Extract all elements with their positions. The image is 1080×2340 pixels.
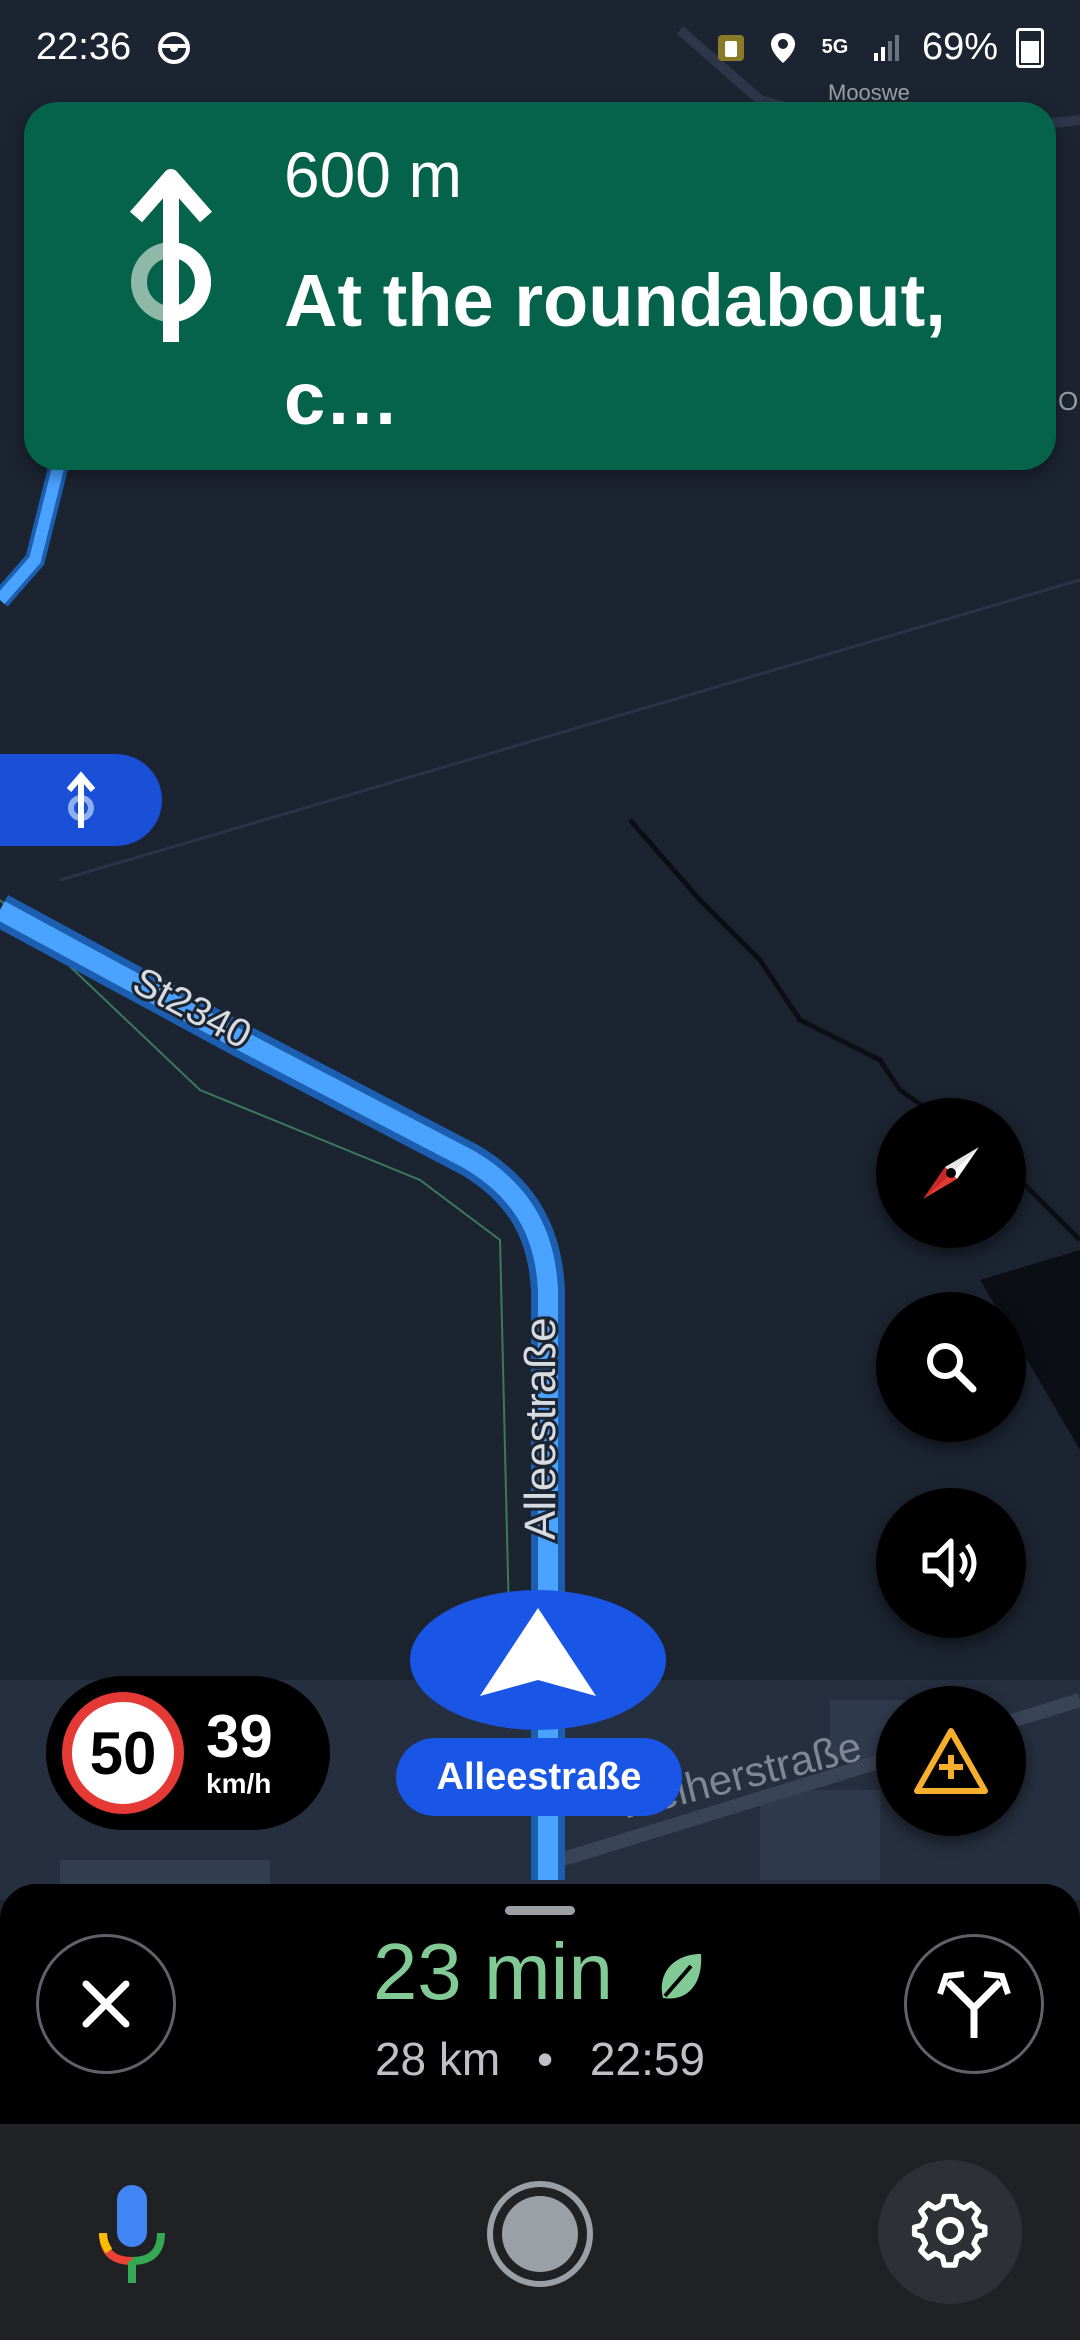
road-label: Alleestraße: [516, 1317, 565, 1540]
gear-icon: [911, 2193, 988, 2268]
route-fork-icon: [937, 1971, 1011, 2038]
trip-separator: •: [537, 2033, 554, 2085]
alternate-routes-button[interactable]: [904, 1934, 1044, 2074]
network-type-icon: 5G: [821, 36, 849, 58]
search-icon: [927, 1343, 977, 1393]
steering-wheel-icon: [156, 30, 192, 71]
microphone-icon: [99, 2185, 165, 2283]
instruction-text: At the roundabout, c…: [284, 259, 946, 440]
location-icon: [766, 31, 800, 65]
speed-unit: km/h: [206, 1768, 272, 1799]
settings-button[interactable]: [878, 2160, 1022, 2304]
trip-summary-sheet[interactable]: 23 min 28 km • 22:59: [0, 1884, 1080, 2124]
signal-icon: [870, 31, 904, 65]
instruction-distance: 600 m: [284, 139, 462, 211]
app-notification-icon: [714, 31, 748, 65]
report-incident-button[interactable]: [876, 1686, 1026, 1836]
current-street-label: Alleestraße: [396, 1738, 682, 1816]
home-circle-icon: [487, 2181, 593, 2287]
duration-text: 23 min: [372, 1927, 613, 2016]
turn-instruction-card[interactable]: 600 m At the roundabout, c…: [24, 102, 1056, 470]
building: [760, 1790, 880, 1880]
roundabout-icon: [66, 771, 96, 828]
compass-icon: [923, 1147, 979, 1199]
sound-button[interactable]: [876, 1488, 1026, 1638]
voice-search-button[interactable]: [62, 2164, 202, 2304]
current-speed-value: 39: [206, 1703, 273, 1770]
bottom-action-bar: [0, 2124, 1080, 2340]
eco-leaf-icon: [661, 1953, 702, 1999]
status-bar: 22:36 5G 69%: [0, 0, 1080, 100]
road-label: Oberer: [1058, 386, 1080, 416]
speed-widget[interactable]: 50 39 km/h: [46, 1676, 330, 1830]
status-time: 22:36: [36, 26, 132, 68]
search-along-route-button[interactable]: [876, 1292, 1026, 1442]
roundabout-straight-icon: [116, 152, 226, 357]
current-speed: 39 km/h: [206, 1706, 273, 1800]
warning-add-icon: [914, 1728, 988, 1794]
battery-percent: 69%: [921, 26, 998, 68]
trip-distance: 28 km: [374, 2033, 501, 2085]
status-icons: 5G 69%: [714, 26, 1044, 69]
sheet-drag-handle[interactable]: [505, 1906, 575, 1915]
next-maneuver-chip[interactable]: [0, 754, 162, 846]
speed-limit-sign: 50: [62, 1692, 184, 1814]
battery-icon: [1016, 27, 1044, 68]
volume-icon: [922, 1538, 977, 1588]
arrival-time: 22:59: [589, 2033, 706, 2085]
compass-button[interactable]: [876, 1098, 1026, 1248]
home-button[interactable]: [470, 2164, 610, 2304]
